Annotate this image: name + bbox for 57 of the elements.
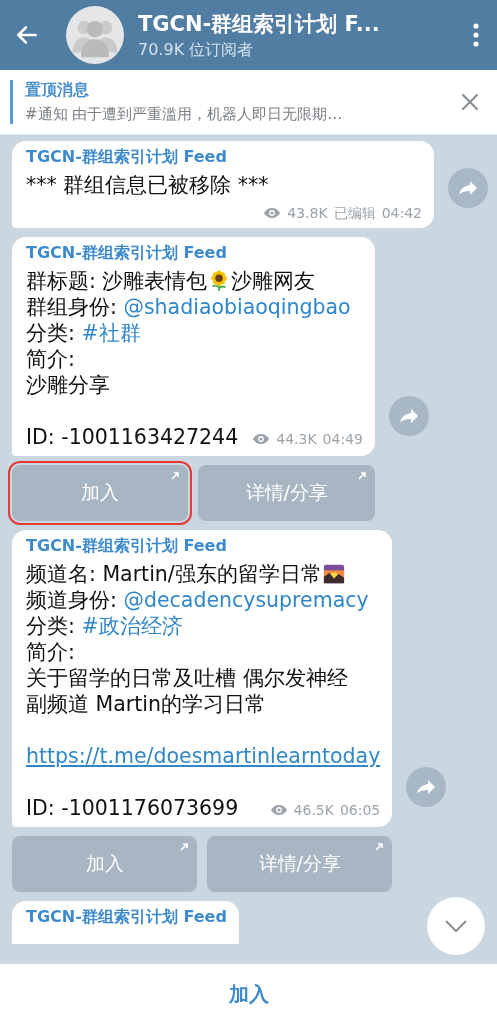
inline-button[interactable]: 加入 xyxy=(12,836,198,892)
message-text: 关于留学的日常及吐槽 偶尔发神经 xyxy=(26,666,348,690)
share-button[interactable] xyxy=(448,168,488,208)
share-arrow-icon xyxy=(416,779,437,795)
message-text: 沙雕分享 xyxy=(26,373,110,397)
share-button[interactable] xyxy=(406,767,447,807)
inline-button[interactable]: 详情/分享 xyxy=(198,465,375,521)
channel-title: TGCN-群组索引计划 F... xyxy=(138,10,381,38)
pinned-label: 置顶消息 xyxy=(25,80,90,101)
more-menu-icon[interactable] xyxy=(473,23,479,47)
view-count: 43.8K xyxy=(287,204,328,222)
message-text: *** 群组信息已被移除 *** xyxy=(26,173,269,197)
views-eye-icon xyxy=(269,804,288,816)
message-time: 06:05 xyxy=(339,801,381,819)
message-text: ID: -1001163427244 xyxy=(26,425,239,449)
hashtag-link[interactable]: #政治经济 xyxy=(81,614,183,638)
message-text: 分类: xyxy=(26,321,76,345)
close-icon[interactable] xyxy=(461,93,479,111)
message-time: 04:49 xyxy=(322,430,363,448)
message-text: 频道身份: xyxy=(26,588,118,612)
author-name: TGCN-群组索引计划 Feed xyxy=(26,536,228,557)
message-time: 04:42 xyxy=(381,204,422,222)
username-link[interactable]: @shadiaobiaoqingbao xyxy=(123,295,351,319)
view-count: 44.3K xyxy=(276,430,317,448)
message-text: 简介: xyxy=(26,347,75,371)
sunset-icon xyxy=(322,563,345,585)
share-arrow-icon xyxy=(458,180,478,196)
message-text: 群标题: 沙雕表情包 xyxy=(26,269,208,293)
message-text: 群组身份: xyxy=(26,295,118,319)
username-link[interactable]: @decadencysupremacy xyxy=(123,588,369,612)
chevron-down-icon xyxy=(444,919,468,933)
external-link-icon xyxy=(179,842,190,852)
message-text: 沙雕网友 xyxy=(231,269,316,293)
author-name: TGCN-群组索引计划 Feed xyxy=(26,147,228,168)
join-button[interactable]: 加入 xyxy=(208,972,289,1016)
url-link[interactable]: https://t.me/doesmartinlearntoday xyxy=(26,744,381,768)
author-name: TGCN-群组索引计划 Feed xyxy=(26,243,228,264)
view-count: 46.5K xyxy=(293,801,334,819)
external-link-icon xyxy=(356,471,367,481)
message-text: 分类: xyxy=(26,614,76,638)
external-link-icon xyxy=(374,842,385,852)
external-link-icon xyxy=(170,471,181,481)
author-name: TGCN-群组索引计划 Feed xyxy=(26,907,227,928)
message-text: ID: -1001176073699 xyxy=(26,796,239,820)
share-button[interactable] xyxy=(388,396,429,436)
message-text: 副频道 Martin的学习日常 xyxy=(26,692,266,716)
message-text: 频道名: Martin/强东的留学日常 xyxy=(26,562,322,586)
views-eye-icon xyxy=(252,433,271,445)
avatar-icon[interactable] xyxy=(66,6,124,64)
inline-button[interactable]: 详情/分享 xyxy=(207,836,393,892)
subscriber-count: 70.9K 位订阅者 xyxy=(138,39,255,61)
hashtag-link[interactable]: #社群 xyxy=(81,321,141,345)
message-text: 简介: xyxy=(26,640,75,664)
edited-label: 已编辑 xyxy=(333,204,376,222)
views-eye-icon xyxy=(263,207,282,219)
pinned-text: #通知 由于遭到严重滥用，机器人即日无限期… xyxy=(25,105,344,124)
share-arrow-icon xyxy=(398,408,419,424)
